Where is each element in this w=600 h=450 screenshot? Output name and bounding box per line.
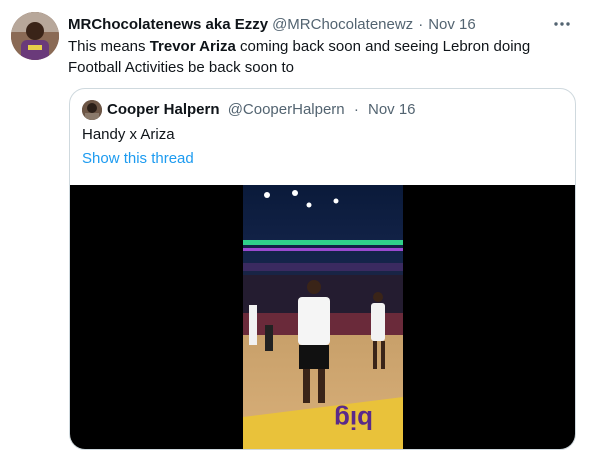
more-button[interactable] [552, 14, 572, 34]
tweet[interactable]: MRChocolatenews aka Ezzy @MRChocolatenew… [0, 0, 600, 450]
avatar-image [11, 12, 59, 60]
separator-dot: · [418, 15, 424, 33]
video-player[interactable]: big [243, 185, 403, 449]
author-avatar[interactable] [11, 12, 59, 60]
quoted-media[interactable]: big [70, 185, 575, 449]
svg-text:big: big [334, 405, 373, 435]
quoted-author-name[interactable]: Cooper Halpern [107, 101, 220, 118]
show-thread-link[interactable]: Show this thread [82, 150, 194, 167]
tweet-header: MRChocolatenews aka Ezzy @MRChocolatenew… [68, 14, 580, 34]
tweet-text-mention: Trevor Ariza [149, 38, 236, 55]
quoted-avatar-image [82, 100, 102, 120]
quoted-author-handle[interactable]: @CooperHalpern [228, 101, 345, 118]
video-frame: big [243, 185, 403, 449]
quoted-date[interactable]: Nov 16 [368, 101, 416, 118]
tweet-text: This means Trevor Ariza coming back soon… [68, 36, 568, 78]
more-horizontal-icon [554, 22, 570, 26]
quoted-tweet[interactable]: Cooper Halpern @CooperHalpern · Nov 16 H… [69, 88, 576, 450]
author-handle[interactable]: @MRChocolatenewz [272, 16, 413, 33]
quoted-author-avatar[interactable] [82, 100, 102, 120]
author-name[interactable]: MRChocolatenews aka Ezzy [68, 16, 268, 33]
quoted-separator-dot: · [353, 101, 359, 118]
quoted-header: Cooper Halpern @CooperHalpern · Nov 16 [107, 101, 416, 118]
tweet-text-prefix: This means [68, 38, 150, 55]
tweet-date[interactable]: Nov 16 [428, 16, 476, 33]
quoted-text: Handy x Ariza [82, 126, 175, 143]
